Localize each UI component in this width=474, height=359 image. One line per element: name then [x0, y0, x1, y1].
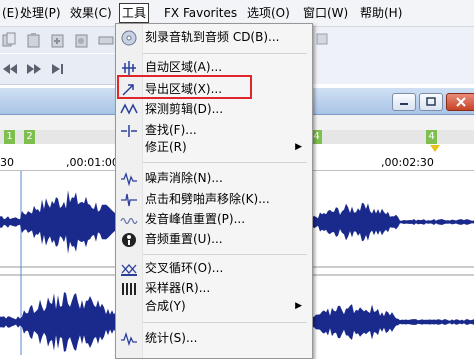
- menu-separator: [143, 162, 307, 163]
- menu-item-burn-cd[interactable]: 刻录音轨到音频 CD(B)...: [116, 27, 312, 48]
- sampler-icon: [122, 283, 136, 295]
- toolbar-right: [312, 27, 474, 84]
- minimize-icon: [400, 103, 408, 105]
- paste-new-icon[interactable]: [50, 32, 66, 48]
- tools-dropdown-menu: 刻录音轨到音频 CD(B)... 自动区域(A)... 导出区域(X)... 探…: [115, 23, 313, 359]
- menu-item-label: 音频重置(U)...: [145, 232, 223, 246]
- menu-separator: [143, 254, 307, 255]
- menu-item-synthesize[interactable]: 合成(Y) ▶: [116, 296, 312, 317]
- menu-item-label: 交叉循环(O)...: [145, 261, 224, 275]
- menu-process[interactable]: 处理(P): [18, 4, 63, 22]
- menu-window[interactable]: 窗口(W): [301, 4, 350, 22]
- close-button[interactable]: [446, 93, 474, 111]
- menu-item-label: 探测剪辑(D)...: [145, 102, 224, 116]
- toolbar-edit: [0, 27, 118, 53]
- restore-button[interactable]: [419, 93, 443, 111]
- minimize-button[interactable]: [392, 93, 416, 111]
- menu-separator: [143, 322, 307, 323]
- ruler-time-label: ,00:02:30: [381, 156, 434, 169]
- fast-forward-icon[interactable]: [26, 61, 42, 77]
- menu-item-label: 发音峰值重置(P)...: [145, 212, 246, 226]
- crossfade-loop-icon: [121, 264, 137, 276]
- toolbar-transport: [0, 54, 118, 85]
- highlight-box: [117, 75, 252, 99]
- menu-item-label: 合成(Y): [145, 299, 186, 313]
- menu-item-label: 自动区域(A)...: [145, 60, 223, 74]
- menu-item-statistics[interactable]: 统计(S)...: [116, 328, 312, 349]
- menu-item-detect-clipping[interactable]: 探测剪辑(D)...: [116, 99, 312, 120]
- marker-2[interactable]: 2: [24, 130, 35, 144]
- menu-effects[interactable]: 效果(C): [68, 4, 114, 22]
- trim-icon[interactable]: [98, 32, 114, 48]
- menu-item-label: 刻录音轨到音频 CD(B)...: [145, 30, 280, 44]
- menu-item-label: 修正(R): [145, 140, 187, 154]
- paste-icon[interactable]: [26, 32, 42, 48]
- menu-item-peak-reset[interactable]: 发音峰值重置(P)...: [116, 209, 312, 230]
- auto-region-icon: [122, 61, 136, 75]
- ruler-time-label: ,00:01:00: [66, 156, 119, 169]
- menu-item-crossfade-loop[interactable]: 交叉循环(O)...: [116, 258, 312, 279]
- ruler-time-label: 30: [0, 156, 14, 169]
- menu-item-audio-reset[interactable]: 音频重置(U)...: [116, 229, 312, 250]
- restore-icon: [426, 97, 436, 106]
- audio-reset-icon: [122, 233, 136, 247]
- cd-burn-icon: [121, 30, 137, 46]
- menu-fx-favorites[interactable]: FX Favorites: [162, 4, 239, 22]
- submenu-arrow-icon: ▶: [295, 142, 302, 152]
- menu-options[interactable]: 选项(O): [245, 4, 292, 22]
- tool-icon[interactable]: [314, 31, 330, 47]
- marker-1[interactable]: 1: [4, 130, 15, 144]
- menu-item-click-pop-removal[interactable]: 点击和劈啪声移除(K)...: [116, 189, 312, 210]
- marker-4[interactable]: 4: [426, 130, 437, 144]
- go-to-end-icon[interactable]: [50, 61, 66, 77]
- menu-item-label: 噪声消除(N)...: [145, 171, 223, 185]
- menu-item-label: 统计(S)...: [145, 331, 198, 345]
- menu-help[interactable]: 帮助(H): [358, 4, 404, 22]
- menu-item-label: 点击和劈啪声移除(K)...: [145, 192, 270, 206]
- mix-paste-icon[interactable]: [74, 32, 90, 48]
- peak-reset-icon: [120, 217, 138, 225]
- click-pop-removal-icon: [121, 193, 137, 207]
- menu-tools[interactable]: 工具: [119, 3, 150, 23]
- menu-item-noise-reduction[interactable]: 噪声消除(N)...: [116, 168, 312, 189]
- close-icon: [456, 97, 466, 107]
- menu-item-label: 采样器(R)...: [145, 281, 211, 295]
- statistics-icon: [121, 331, 137, 347]
- noise-reduction-icon: [121, 172, 137, 187]
- copy-icon[interactable]: [2, 32, 18, 48]
- playhead-icon[interactable]: [430, 145, 440, 153]
- menu-item-repair[interactable]: 修正(R) ▶: [116, 137, 312, 158]
- rewind-icon[interactable]: [2, 61, 18, 77]
- detect-clipping-icon: [120, 103, 138, 115]
- submenu-arrow-icon: ▶: [295, 301, 302, 311]
- menu-separator: [143, 53, 307, 54]
